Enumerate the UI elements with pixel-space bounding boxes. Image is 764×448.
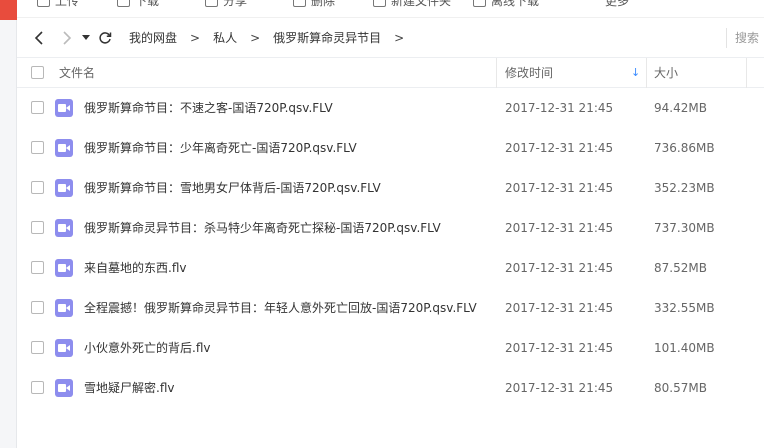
refresh-icon (99, 31, 112, 44)
breadcrumb-item-current-folder[interactable]: 俄罗斯算命灵异节目 (273, 29, 381, 46)
refresh-button[interactable] (93, 26, 117, 50)
file-size: 80.57MB (654, 381, 707, 395)
column-divider[interactable] (496, 58, 497, 88)
history-dropdown[interactable] (79, 26, 93, 50)
table-row[interactable]: 来自墓地的东西.flv 2017-12-31 21:45 87.52MB (17, 248, 764, 288)
table-row[interactable]: 小伙意外死亡的背后.flv 2017-12-31 21:45 101.40MB (17, 328, 764, 368)
file-size: 94.42MB (654, 101, 707, 115)
back-button[interactable] (27, 26, 51, 50)
video-file-icon (55, 219, 73, 237)
more-button[interactable]: 更多 (605, 0, 629, 9)
file-modified-time: 2017-12-31 21:45 (505, 341, 614, 355)
chevron-left-icon (34, 30, 43, 45)
row-checkbox[interactable] (31, 381, 44, 394)
video-file-icon (55, 139, 73, 157)
breadcrumb-separator: > (394, 30, 405, 45)
download-icon (117, 0, 130, 7)
file-name[interactable]: 小伙意外死亡的背后.flv (84, 328, 210, 368)
table-row[interactable]: 雪地疑尸解密.flv 2017-12-31 21:45 80.57MB (17, 368, 764, 408)
delete-icon (293, 0, 306, 7)
file-size: 332.55MB (654, 301, 715, 315)
file-list: 俄罗斯算命节目：不速之客-国语720P.qsv.FLV 2017-12-31 21… (17, 88, 764, 408)
video-file-icon (55, 99, 73, 117)
breadcrumb-separator: > (250, 30, 261, 45)
column-header-modified[interactable]: 修改时间 (505, 58, 553, 88)
row-checkbox[interactable] (31, 261, 44, 274)
upload-button[interactable]: 上传 (37, 0, 79, 9)
file-modified-time: 2017-12-31 21:45 (505, 221, 614, 235)
forward-button[interactable] (55, 26, 79, 50)
row-checkbox[interactable] (31, 141, 44, 154)
upload-icon (37, 0, 50, 7)
offline-download-icon (473, 0, 486, 7)
breadcrumb-item-my-drive[interactable]: 我的网盘 (129, 29, 177, 46)
chevron-right-icon (63, 30, 72, 45)
file-modified-time: 2017-12-31 21:45 (505, 381, 614, 395)
caret-down-icon (82, 34, 90, 40)
file-size: 352.23MB (654, 181, 715, 195)
file-name[interactable]: 雪地疑尸解密.flv (84, 368, 174, 408)
sort-desc-icon[interactable]: ↓ (631, 58, 640, 88)
file-modified-time: 2017-12-31 21:45 (505, 181, 614, 195)
offline-download-button[interactable]: 离线下载 (473, 0, 539, 9)
file-name[interactable]: 俄罗斯算命节目：不速之客-国语720P.qsv.FLV (84, 88, 333, 128)
row-checkbox[interactable] (31, 181, 44, 194)
file-size: 101.40MB (654, 341, 715, 355)
column-divider[interactable] (646, 58, 647, 88)
navigation-bar: 我的网盘 > 私人 > 俄罗斯算命灵异节目 > 搜索 (17, 18, 764, 58)
delete-button[interactable]: 删除 (293, 0, 335, 9)
video-file-icon (55, 259, 73, 277)
breadcrumb-item-private[interactable]: 私人 (213, 29, 237, 46)
file-modified-time: 2017-12-31 21:45 (505, 141, 614, 155)
file-size: 736.86MB (654, 141, 715, 155)
table-row[interactable]: 俄罗斯算命节目：少年离奇死亡-国语720P.qsv.FLV 2017-12-31 … (17, 128, 764, 168)
file-name[interactable]: 俄罗斯算命节目：雪地男女尸体背后-国语720P.qsv.FLV (84, 168, 381, 208)
breadcrumb-separator: > (190, 30, 201, 45)
table-header: 文件名 修改时间 ↓ 大小 (17, 58, 764, 88)
file-size: 737.30MB (654, 221, 715, 235)
row-checkbox[interactable] (31, 301, 44, 314)
column-header-size[interactable]: 大小 (654, 58, 678, 88)
video-file-icon (55, 179, 73, 197)
left-sidebar-strip (0, 0, 17, 448)
file-name[interactable]: 俄罗斯算命节目：少年离奇死亡-国语720P.qsv.FLV (84, 128, 357, 168)
row-checkbox[interactable] (31, 221, 44, 234)
toolbar: 上传 下载 分享 删除 新建文件夹 离线下载 更多 (17, 0, 764, 18)
table-row[interactable]: 全程震撼！俄罗斯算命灵异节目：年轻人意外死亡回放-国语720P.qsv.FLV 2… (17, 288, 764, 328)
file-modified-time: 2017-12-31 21:45 (505, 301, 614, 315)
file-size: 87.52MB (654, 261, 707, 275)
column-header-name[interactable]: 文件名 (59, 58, 95, 88)
share-icon (205, 0, 218, 7)
file-name[interactable]: 俄罗斯算命灵异节目：杀马特少年离奇死亡探秘-国语720P.qsv.FLV (84, 208, 441, 248)
file-modified-time: 2017-12-31 21:45 (505, 101, 614, 115)
video-file-icon (55, 379, 73, 397)
video-file-icon (55, 339, 73, 357)
share-button[interactable]: 分享 (205, 0, 247, 9)
table-row[interactable]: 俄罗斯算命灵异节目：杀马特少年离奇死亡探秘-国语720P.qsv.FLV 2017… (17, 208, 764, 248)
file-modified-time: 2017-12-31 21:45 (505, 261, 614, 275)
column-divider[interactable] (746, 58, 747, 88)
file-name[interactable]: 来自墓地的东西.flv (84, 248, 186, 288)
new-folder-icon (373, 0, 386, 7)
download-button[interactable]: 下载 (117, 0, 159, 9)
table-row[interactable]: 俄罗斯算命节目：雪地男女尸体背后-国语720P.qsv.FLV 2017-12-3… (17, 168, 764, 208)
breadcrumb: 我的网盘 > 私人 > 俄罗斯算命灵异节目 > (129, 29, 417, 46)
row-checkbox[interactable] (31, 341, 44, 354)
sidebar-accent (0, 0, 17, 20)
table-row[interactable]: 俄罗斯算命节目：不速之客-国语720P.qsv.FLV 2017-12-31 21… (17, 88, 764, 128)
select-all-checkbox[interactable] (31, 66, 44, 79)
row-checkbox[interactable] (31, 101, 44, 114)
search-input[interactable]: 搜索 (726, 28, 764, 48)
file-name[interactable]: 全程震撼！俄罗斯算命灵异节目：年轻人意外死亡回放-国语720P.qsv.FLV (84, 288, 477, 328)
new-folder-button[interactable]: 新建文件夹 (373, 0, 451, 9)
video-file-icon (55, 299, 73, 317)
